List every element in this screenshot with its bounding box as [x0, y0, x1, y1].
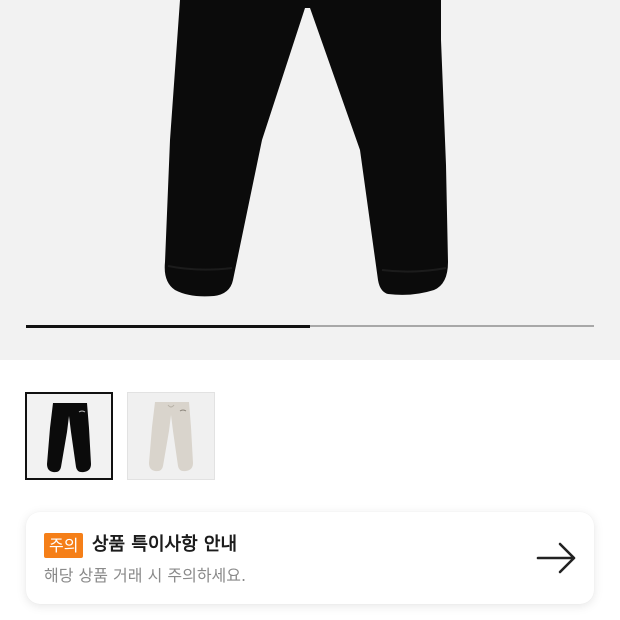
product-main-image — [164, 0, 448, 297]
notice-description: 해당 상품 거래 시 주의하세요. — [44, 566, 247, 585]
product-image-carousel[interactable] — [0, 0, 620, 360]
arrow-right-icon[interactable] — [536, 540, 578, 576]
notice-title: 상품 특이사항 안내 — [92, 534, 238, 555]
caution-badge: 주의 — [44, 533, 84, 558]
ivory-pants-thumbnail-image — [128, 393, 214, 479]
thumbnail-black-pants[interactable] — [25, 392, 113, 480]
carousel-progress-fill — [26, 324, 310, 328]
black-pants-thumbnail-image — [27, 394, 111, 478]
product-notice-card[interactable]: 주의 상품 특이사항 안내 해당 상품 거래 시 주의하세요. — [26, 512, 594, 604]
carousel-progress-track — [26, 324, 594, 328]
thumbnail-ivory-pants[interactable] — [127, 392, 215, 480]
